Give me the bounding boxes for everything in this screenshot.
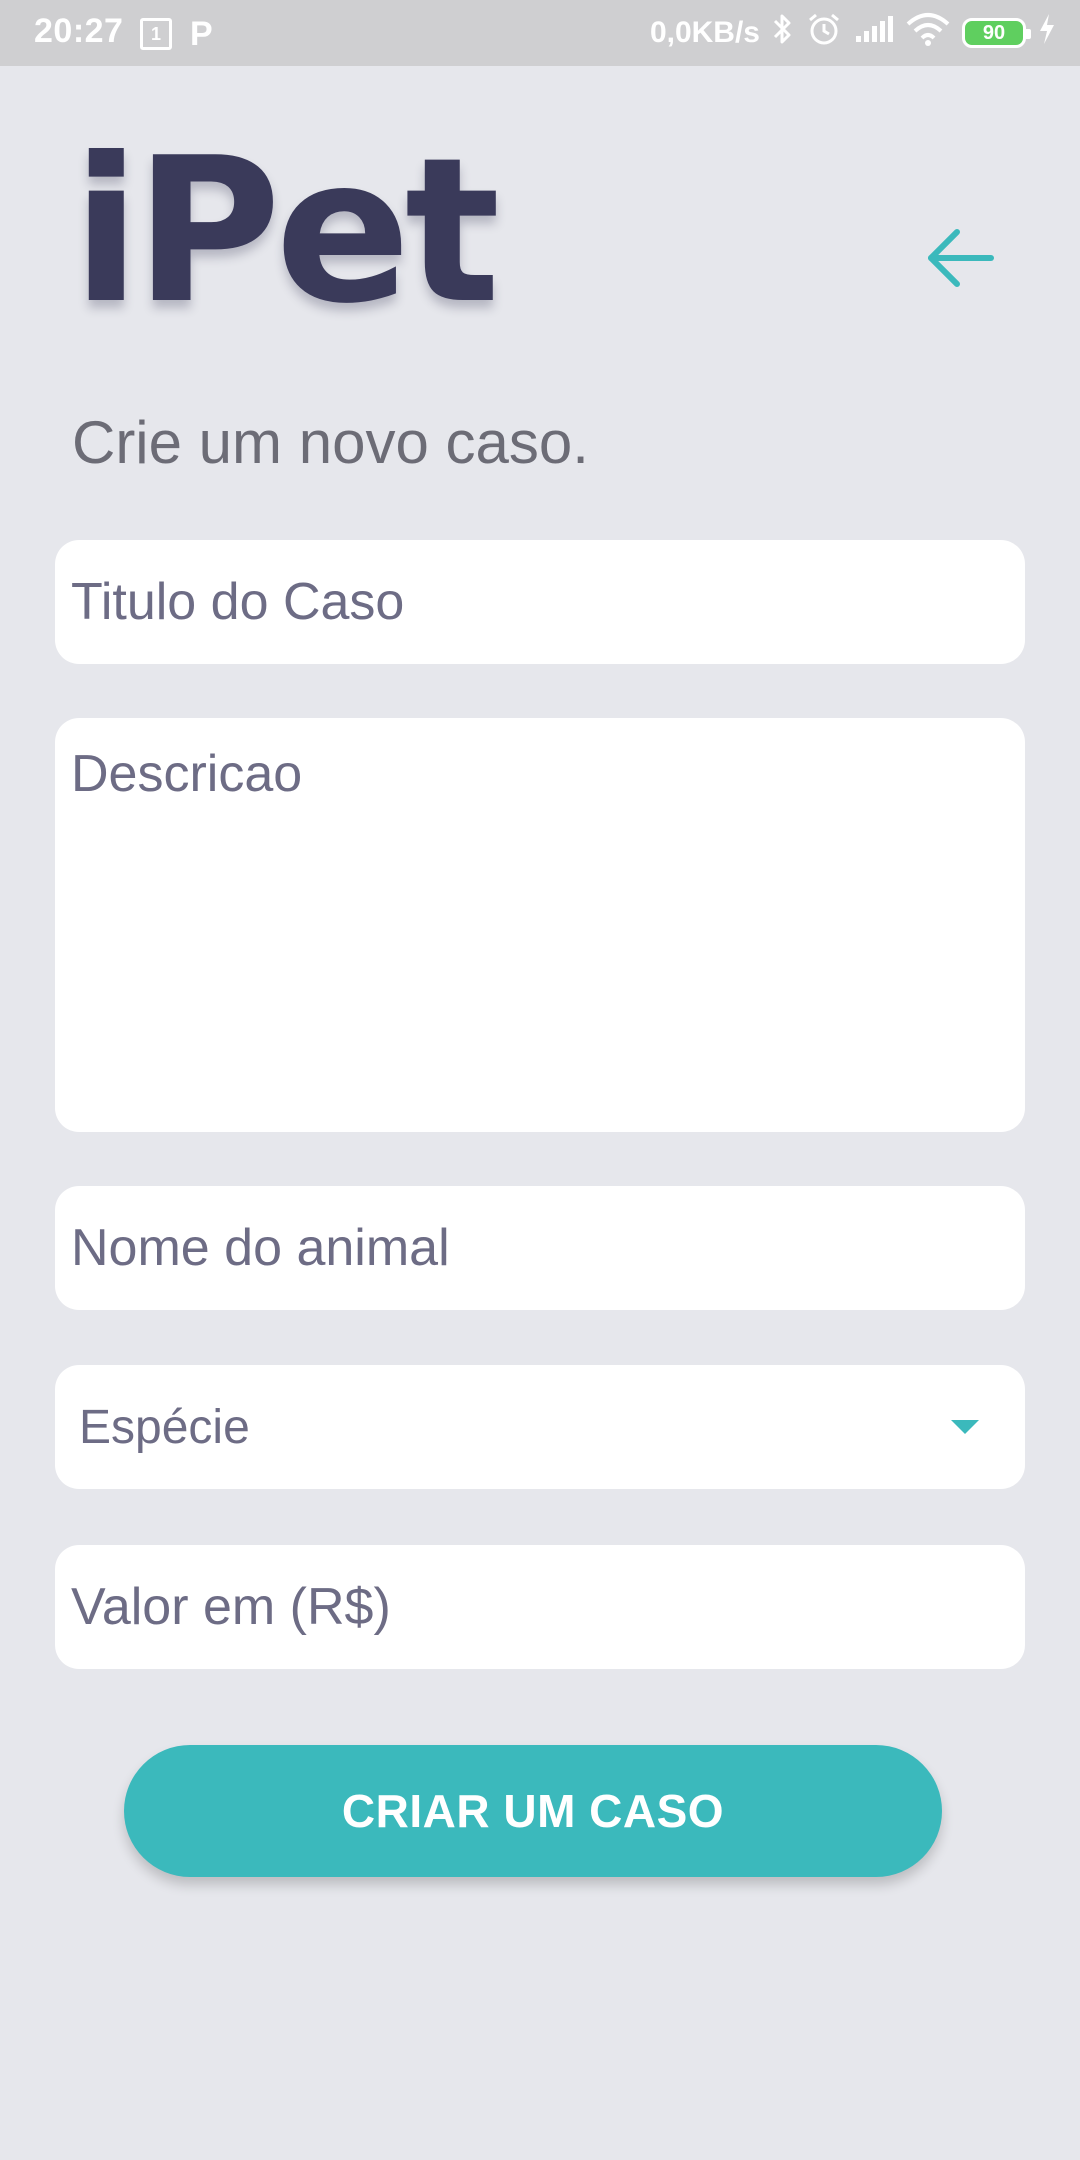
back-button[interactable]	[922, 220, 998, 296]
sim-icon: 1	[140, 18, 172, 50]
signal-icon	[854, 14, 894, 52]
case-title-input[interactable]	[55, 540, 1025, 664]
species-select-value: Espécie	[79, 1400, 250, 1454]
status-time: 20:27	[34, 12, 124, 50]
create-case-button[interactable]: CRIAR UM CASO	[124, 1745, 942, 1877]
status-left-icons: 1 P	[140, 14, 213, 54]
network-speed: 0,0KB/s	[649, 16, 760, 49]
alarm-icon	[806, 11, 842, 55]
status-bar: 20:27 1 P 0,0KB/s 90	[0, 0, 1080, 66]
battery-icon: 90	[962, 18, 1031, 48]
value-input[interactable]	[55, 1545, 1025, 1669]
dropdown-arrow-icon	[951, 1420, 979, 1434]
app-logo: iPet	[72, 115, 500, 348]
parking-icon: P	[190, 14, 213, 53]
create-case-screen: 20:27 1 P 0,0KB/s 90 iPet Crie um novo c…	[0, 0, 1080, 2160]
status-right-icons: 0,0KB/s 90	[650, 12, 1056, 54]
page-subtitle: Crie um novo caso.	[72, 409, 589, 476]
bluetooth-icon	[772, 12, 794, 54]
species-select[interactable]: Espécie	[55, 1365, 1025, 1489]
animal-name-input[interactable]	[55, 1186, 1025, 1310]
charging-icon	[1038, 14, 1056, 52]
arrow-left-icon	[928, 229, 994, 287]
description-input[interactable]	[55, 718, 1025, 1132]
wifi-icon	[906, 12, 950, 54]
